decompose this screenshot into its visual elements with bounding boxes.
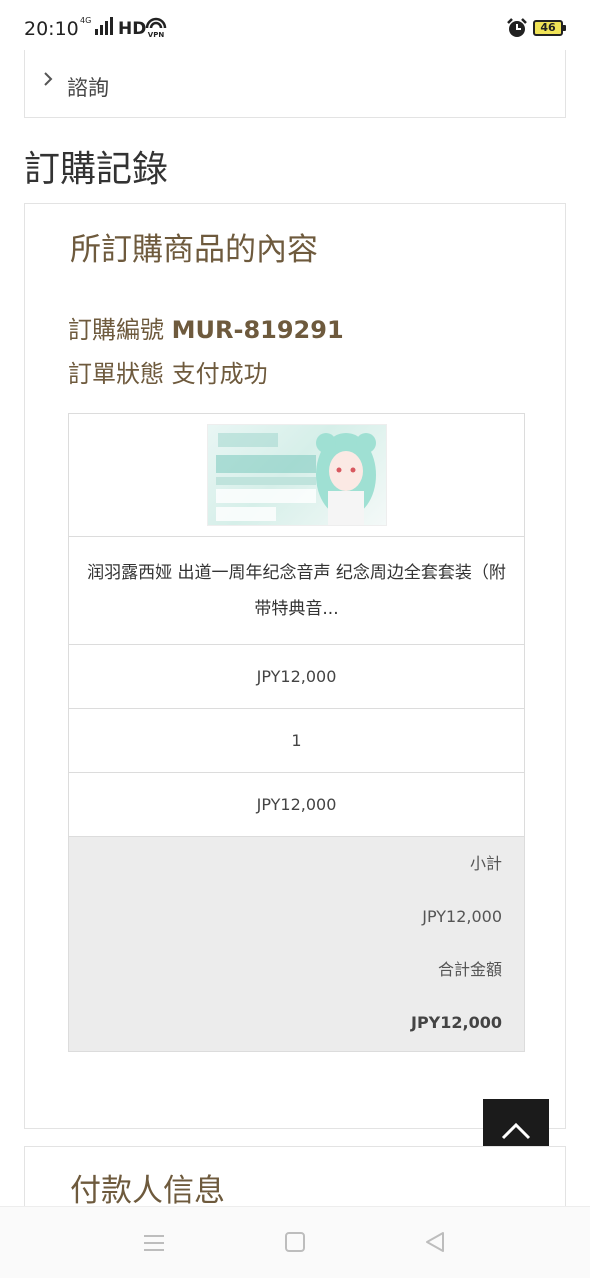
unit-price: JPY12,000: [69, 645, 524, 709]
menu-icon[interactable]: [143, 1233, 165, 1253]
total-value: JPY12,000: [410, 1013, 502, 1032]
order-item-table: 润羽露西娅 出道一周年纪念音声 纪念周边全套套装（附带特典音... JPY12,…: [68, 413, 525, 1052]
product-image[interactable]: [206, 424, 387, 526]
page-title: 訂購記錄: [24, 149, 169, 190]
status-time: 20:10: [24, 18, 79, 40]
product-name[interactable]: 润羽露西娅 出道一周年纪念音声 纪念周边全套套装（附带特典音...: [69, 537, 524, 645]
system-nav-bar: [0, 1206, 590, 1278]
inquiry-label: 諮詢: [67, 76, 109, 100]
product-image-cell: [69, 414, 524, 537]
order-meta: 訂購編號 MUR-819291 訂單狀態 支付成功: [68, 308, 344, 396]
battery-icon: 46: [533, 20, 566, 36]
order-status-value: 支付成功: [171, 360, 268, 388]
subtotal-value: JPY12,000: [422, 907, 502, 926]
total-label: 合計金額: [437, 960, 502, 979]
back-icon[interactable]: [423, 1230, 447, 1254]
hd-indicator: HD: [118, 19, 147, 39]
order-heading: 所訂購商品的內容: [70, 232, 318, 268]
product-artwork: [215, 433, 376, 525]
inquiry-accordion[interactable]: 諮詢: [24, 50, 566, 118]
home-icon[interactable]: [285, 1232, 305, 1252]
quantity: 1: [69, 709, 524, 773]
order-summary: 小計 JPY12,000 合計金額 JPY12,000: [69, 837, 524, 1051]
signal-icon: 4G: [80, 16, 114, 35]
vpn-icon: VPN: [145, 17, 167, 38]
network-type: 4G: [80, 16, 92, 25]
order-details-card: 所訂購商品的內容 訂購編號 MUR-819291 訂單狀態 支付成功 润羽露西娅…: [24, 203, 566, 1129]
order-number-value: MUR-819291: [171, 316, 344, 344]
order-number-label: 訂購編號: [68, 316, 164, 344]
order-status-row: 訂單狀態 支付成功: [68, 352, 344, 396]
order-number-row: 訂購編號 MUR-819291: [68, 308, 344, 352]
order-status-label: 訂單狀態: [68, 360, 164, 388]
chevron-up-icon: [501, 1122, 531, 1140]
line-total: JPY12,000: [69, 773, 524, 837]
svg-text:VPN: VPN: [148, 31, 165, 38]
subtotal-label: 小計: [469, 854, 502, 873]
chevron-right-icon: [44, 72, 53, 86]
alarm-icon: [507, 18, 527, 37]
payer-info-title: 付款人信息: [70, 1173, 225, 1209]
